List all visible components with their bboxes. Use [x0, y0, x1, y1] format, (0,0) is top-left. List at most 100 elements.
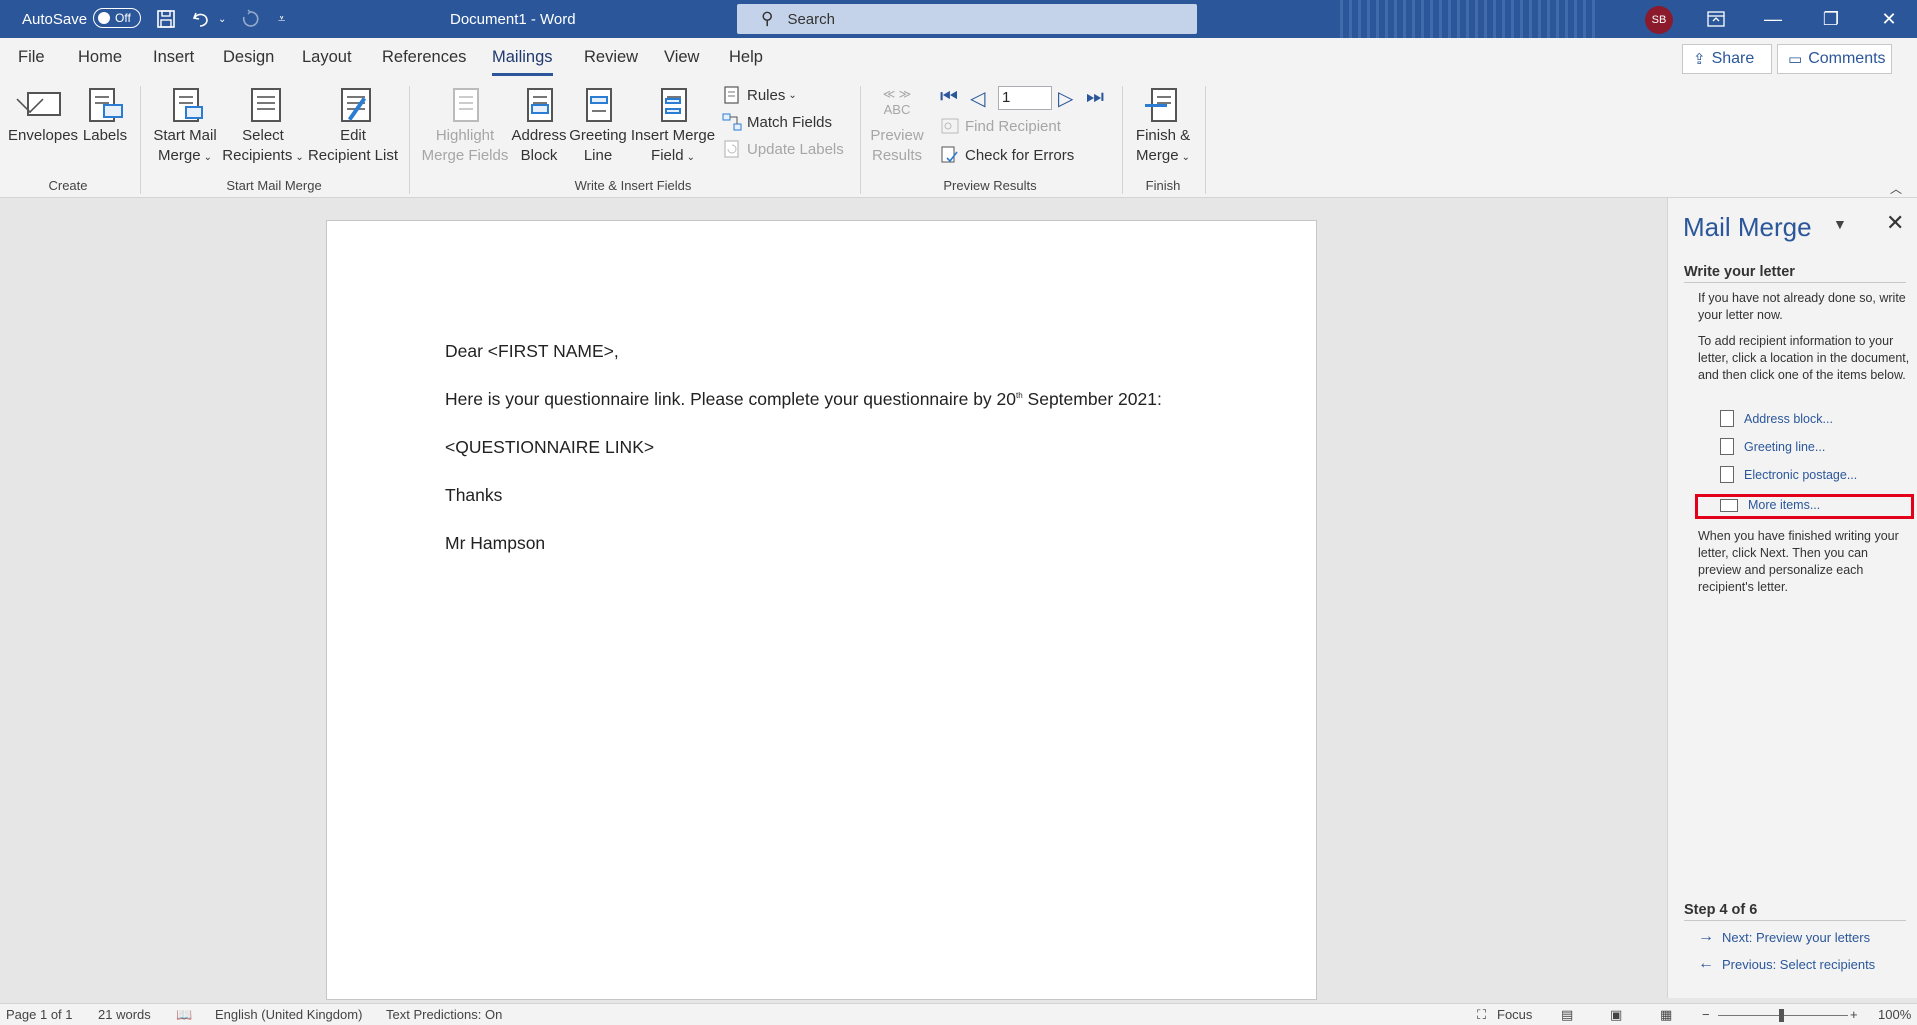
text-predictions-status[interactable]: Text Predictions: On [386, 1007, 502, 1022]
tab-file[interactable]: File [18, 48, 45, 67]
status-bar: Page 1 of 1 21 words 📖 English (United K… [0, 1003, 1917, 1025]
redo-icon[interactable] [236, 0, 264, 38]
close-icon[interactable]: ✕ [1866, 0, 1912, 38]
pane-title: Mail Merge [1683, 212, 1812, 242]
tab-home[interactable]: Home [78, 48, 122, 67]
group-separator [1205, 86, 1206, 194]
first-record-icon[interactable]: ⏮ [940, 86, 958, 109]
collapse-ribbon-icon[interactable]: ︿ [1890, 180, 1902, 197]
comments-label: Comments [1808, 50, 1886, 67]
highlight-merge-fields-label-1: Highlight [435, 127, 495, 144]
rules-button[interactable]: Rules ⌄ [722, 86, 797, 104]
chevron-down-icon: ⌄ [295, 152, 304, 163]
share-button[interactable]: ⇪ Share [1682, 44, 1772, 74]
edit-recipient-list-label-1: Edit [340, 127, 366, 144]
print-layout-icon[interactable]: ▣ [1610, 1007, 1622, 1023]
pane-options-icon[interactable]: ▼ [1833, 216, 1847, 232]
preview-results-label-2: Results [871, 147, 923, 164]
highlight-merge-fields-icon [447, 86, 483, 124]
word-count[interactable]: 21 words [98, 1007, 151, 1022]
find-recipient-button[interactable]: Find Recipient [940, 117, 1061, 135]
web-layout-icon[interactable]: ▦ [1660, 1007, 1672, 1023]
labels-button[interactable]: Labels [82, 86, 128, 146]
tab-view[interactable]: View [664, 48, 699, 67]
edit-recipient-list-icon [335, 86, 371, 124]
start-mail-merge-label-1: Start Mail [153, 127, 217, 144]
preview-results-button[interactable]: ≪ ≫ ABC Preview Results [866, 86, 928, 166]
avatar[interactable]: SB [1645, 6, 1673, 34]
body-text-end: September 2021: [1022, 389, 1162, 409]
chevron-down-icon: ⌄ [788, 89, 797, 101]
ribbon-display-options-icon[interactable] [1693, 0, 1739, 38]
document-page[interactable]: Dear <FIRST NAME>, Here is your question… [326, 220, 1317, 1000]
greeting-line-button[interactable]: Greeting Line [566, 86, 630, 166]
focus-label[interactable]: Focus [1497, 1007, 1532, 1022]
last-record-icon[interactable]: ⏭ [1086, 86, 1104, 109]
electronic-postage-link[interactable]: Electronic postage... [1720, 466, 1857, 483]
finish-merge-button[interactable]: Finish & Merge ⌄ [1128, 86, 1198, 168]
autosave-label: AutoSave [22, 10, 88, 28]
undo-icon[interactable] [187, 0, 215, 38]
zoom-in-icon[interactable]: + [1850, 1007, 1858, 1022]
search-icon: ⚲ [761, 9, 774, 28]
edit-recipient-list-button[interactable]: Edit Recipient List [306, 86, 400, 166]
tab-references[interactable]: References [382, 48, 466, 67]
group-separator [1122, 86, 1123, 194]
envelopes-button[interactable]: Envelopes [8, 86, 78, 146]
tab-layout[interactable]: Layout [302, 48, 352, 67]
focus-icon[interactable]: ⛶ [1477, 1007, 1486, 1023]
customize-toolbar-icon[interactable]: ⩡ [278, 0, 285, 38]
restore-icon[interactable]: ❐ [1808, 0, 1854, 38]
chevron-down-icon: ⌄ [686, 152, 695, 163]
address-block-link-label: Address block... [1744, 411, 1833, 426]
next-step-label: Next: Preview your letters [1722, 929, 1871, 945]
next-record-icon[interactable]: ▷ [1058, 86, 1073, 111]
tab-design[interactable]: Design [223, 48, 274, 67]
next-step-link[interactable]: → Next: Preview your letters [1698, 928, 1870, 946]
tab-review[interactable]: Review [584, 48, 638, 67]
pane-close-icon[interactable]: ✕ [1886, 210, 1904, 236]
address-block-label-2: Block [520, 147, 558, 164]
select-recipients-label-2: Recipients [222, 147, 293, 164]
zoom-level[interactable]: 100% [1878, 1007, 1911, 1022]
document-area: Dear <FIRST NAME>, Here is your question… [0, 198, 1667, 1000]
comments-button[interactable]: ▭ Comments [1777, 44, 1892, 74]
previous-record-icon[interactable]: ◁ [970, 86, 985, 111]
title-bar: AutoSave Off ⌄ ⩡ Document1 - Word ⚲ Sear… [0, 0, 1917, 38]
find-recipient-label: Find Recipient [965, 117, 1061, 135]
questionnaire-link-field: <QUESTIONNAIRE LINK> [445, 437, 655, 457]
save-icon[interactable] [152, 0, 180, 38]
thanks-paragraph: Thanks [445, 485, 503, 505]
update-labels-button[interactable]: Update Labels [722, 140, 844, 158]
pane-heading: Write your letter [1684, 264, 1906, 283]
record-number-input[interactable]: 1 [998, 86, 1052, 110]
tab-mailings[interactable]: Mailings [492, 48, 553, 76]
address-block-link[interactable]: Address block... [1720, 410, 1833, 427]
match-fields-button[interactable]: Match Fields [722, 113, 832, 131]
language-status[interactable]: English (United Kingdom) [215, 1007, 362, 1022]
zoom-slider-thumb[interactable] [1779, 1009, 1784, 1022]
start-mail-merge-button[interactable]: Start Mail Merge ⌄ [148, 86, 222, 168]
select-recipients-button[interactable]: Select Recipients ⌄ [220, 86, 306, 168]
address-block-button[interactable]: Address Block [508, 86, 570, 166]
pane-instructions-text: To add recipient information to your let… [1698, 334, 1910, 382]
zoom-out-icon[interactable]: − [1702, 1007, 1710, 1022]
search-box[interactable]: ⚲ Search [737, 4, 1197, 34]
insert-merge-field-button[interactable]: Insert Merge Field ⌄ [628, 86, 718, 168]
proofing-icon[interactable]: 📖 [176, 1007, 192, 1023]
autosave-toggle[interactable]: Off [93, 8, 141, 28]
page-count[interactable]: Page 1 of 1 [6, 1007, 73, 1022]
undo-dropdown-icon[interactable]: ⌄ [218, 0, 226, 38]
minimize-icon[interactable]: — [1750, 0, 1796, 38]
greeting-line-link[interactable]: Greeting line... [1720, 438, 1825, 455]
group-separator [860, 86, 861, 194]
share-label: Share [1711, 50, 1755, 67]
group-label-create: Create [48, 178, 88, 193]
labels-label: Labels [82, 127, 128, 144]
read-mode-icon[interactable]: ▤ [1561, 1007, 1573, 1023]
highlight-merge-fields-button[interactable]: Highlight Merge Fields [418, 86, 512, 166]
tab-help[interactable]: Help [729, 48, 763, 67]
check-for-errors-button[interactable]: Check for Errors [940, 146, 1074, 164]
tab-insert[interactable]: Insert [153, 48, 194, 67]
previous-step-link[interactable]: ← Previous: Select recipients [1698, 955, 1875, 973]
